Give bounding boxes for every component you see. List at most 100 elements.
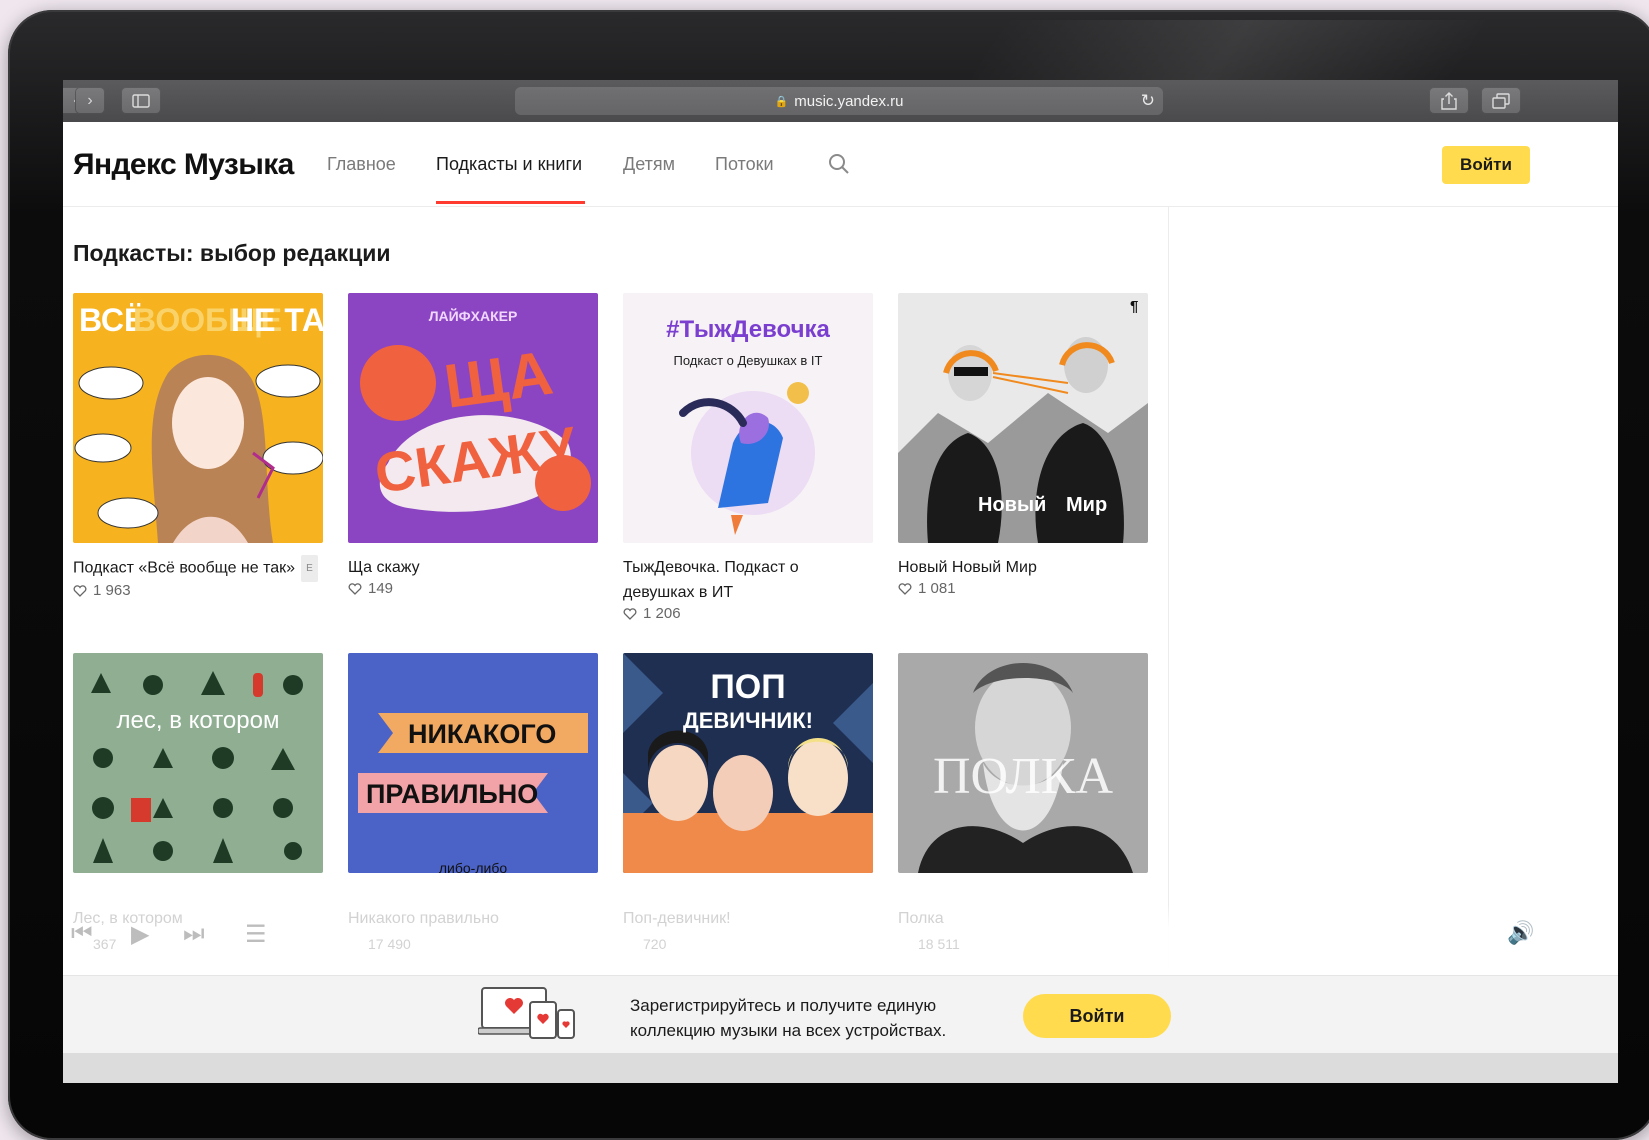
faded-likes: 720: [643, 936, 667, 952]
screen: ‹ › 🔒 music.yandex.ru ↻: [63, 80, 1618, 1083]
heart-icon[interactable]: [623, 607, 637, 620]
podcast-title[interactable]: Новый Новый Мир: [898, 555, 1148, 580]
likes-count: 1 206: [623, 605, 873, 622]
queue-list-icon[interactable]: ☰: [245, 920, 267, 949]
nav-main[interactable]: Главное: [327, 154, 396, 175]
tabs-button[interactable]: [1481, 87, 1521, 114]
podcast-cover[interactable]: ВСЁ ВООБЩЕ НЕ ТАК: [73, 293, 323, 543]
bezel-reflection: [970, 20, 1486, 80]
next-track-icon[interactable]: ⏭: [183, 920, 205, 948]
site-header: Яндекс Музыка Главное Подкасты и книги Д…: [63, 122, 1618, 207]
svg-text:либо-либо: либо-либо: [439, 860, 507, 873]
content-divider: [1168, 207, 1169, 967]
likes-value: 1 081: [918, 580, 956, 597]
faded-likes: 18 511: [918, 936, 960, 952]
podcast-card[interactable]: ВСЁ ВООБЩЕ НЕ ТАК Подкаст «Всё вообще не…: [73, 293, 323, 599]
cover-art-vse-voobshche: ВСЁ ВООБЩЕ НЕ ТАК: [73, 293, 323, 543]
promo-text: Зарегистрируйтесь и получите единую колл…: [630, 996, 947, 1040]
svg-text:лес, в котором: лес, в котором: [117, 707, 280, 734]
faded-likes: 367: [93, 936, 117, 952]
cover-art-polka: ПОЛКА: [898, 653, 1148, 873]
svg-text:НИКАКОГО: НИКАКОГО: [408, 719, 556, 749]
svg-text:НЕ ТАК: НЕ ТАК: [231, 302, 323, 338]
svg-text:ПОЛКА: ПОЛКА: [933, 748, 1113, 805]
podcast-card[interactable]: ЛАЙФХАКЕР ЩА СКАЖУ Ща скажу 149: [348, 293, 598, 597]
podcast-cover[interactable]: ¶ Новый Мир: [898, 293, 1148, 543]
svg-text:ДЕВИЧНИК!: ДЕВИЧНИК!: [683, 708, 813, 733]
faded-title: Полка: [898, 910, 944, 927]
podcast-title[interactable]: Ща скажу: [348, 555, 598, 580]
active-tab-indicator: [436, 201, 585, 204]
section-title: Подкасты: выбор редакции: [73, 240, 391, 266]
forward-button[interactable]: ›: [75, 87, 105, 114]
share-button[interactable]: [1429, 87, 1469, 114]
laptop-frame: ‹ › 🔒 music.yandex.ru ↻: [8, 10, 1649, 1140]
search-icon[interactable]: [827, 152, 851, 176]
heart-icon[interactable]: [73, 584, 87, 597]
volume-icon[interactable]: 🔊: [1507, 920, 1534, 946]
podcast-cover[interactable]: ЛАЙФХАКЕР ЩА СКАЖУ: [348, 293, 598, 543]
svg-text:Подкаст о Девушках в IT: Подкаст о Девушках в IT: [674, 353, 823, 368]
heart-icon[interactable]: [348, 582, 362, 595]
svg-text:Новый: Новый: [978, 494, 1046, 516]
podcast-cover[interactable]: #ТыжДевочка Подкаст о Девушках в IT: [623, 293, 873, 543]
login-button[interactable]: Войти: [1442, 146, 1530, 184]
url-text: music.yandex.ru: [794, 92, 904, 110]
address-bar[interactable]: 🔒 music.yandex.ru ↻: [515, 87, 1163, 115]
podcast-cover[interactable]: ПОЛКА: [898, 653, 1148, 873]
podcast-cover[interactable]: ПОП ДЕВИЧНИК!: [623, 653, 873, 873]
likes-value: 1 206: [643, 605, 681, 622]
svg-text:ПРАВИЛЬНО: ПРАВИЛЬНО: [366, 779, 538, 809]
play-icon[interactable]: ▶: [131, 920, 149, 949]
svg-text:¶: ¶: [1130, 298, 1138, 315]
podcast-card[interactable]: ¶ Новый Мир Новый Новый Мир 1 081: [898, 293, 1148, 597]
cover-art-nikakogo-pravilno: НИКАКОГО ПРАВИЛЬНО либо-либо: [348, 653, 598, 873]
cover-art-shcha-skazhu: ЛАЙФХАКЕР ЩА СКАЖУ: [348, 293, 598, 543]
podcast-card[interactable]: ПОЛКА: [898, 653, 1148, 873]
svg-text:ПОП: ПОП: [710, 668, 785, 706]
sidebar-icon: [132, 93, 150, 108]
podcast-card[interactable]: #ТыжДевочка Подкаст о Девушках в IT ТыжД…: [623, 293, 873, 622]
likes-value: 1 963: [93, 582, 131, 599]
nav-kids[interactable]: Детям: [623, 154, 675, 175]
browser-toolbar: ‹ › 🔒 music.yandex.ru ↻: [63, 80, 1618, 123]
signup-promo-bar: Зарегистрируйтесь и получите единую колл…: [63, 975, 1618, 1054]
faded-title: Никакого правильно: [348, 910, 499, 927]
player-bar: [63, 905, 1618, 980]
sidebar-toggle-button[interactable]: [121, 87, 161, 114]
chevron-right-icon: ›: [87, 91, 93, 109]
reload-icon[interactable]: ↻: [1141, 91, 1155, 111]
likes-count: 149: [348, 580, 598, 597]
svg-text:Мир: Мир: [1066, 494, 1107, 516]
faded-likes: 17 490: [368, 936, 411, 952]
podcast-cover[interactable]: лес, в котором: [73, 653, 323, 873]
site-logo[interactable]: Яндекс Музыка: [73, 148, 294, 182]
svg-text:ЛАЙФХАКЕР: ЛАЙФХАКЕР: [429, 307, 518, 324]
podcast-card[interactable]: НИКАКОГО ПРАВИЛЬНО либо-либо: [348, 653, 598, 873]
faded-title: Поп-девичник!: [623, 910, 731, 927]
podcast-card[interactable]: ПОП ДЕВИЧНИК!: [623, 653, 873, 873]
share-icon: [1441, 91, 1457, 110]
tabs-icon: [1492, 92, 1510, 109]
likes-value: 149: [368, 580, 394, 597]
podcast-title[interactable]: ТыжДевочка. Подкаст о девушках в ИТ: [623, 555, 873, 605]
likes-count: 1 963: [73, 582, 323, 599]
cover-art-pop-devichnik: ПОП ДЕВИЧНИК!: [623, 653, 873, 873]
heart-icon[interactable]: [898, 582, 912, 595]
podcast-card[interactable]: лес, в котором: [73, 653, 323, 873]
lock-icon: 🔒: [774, 95, 789, 108]
previous-track-icon[interactable]: ⏮: [71, 920, 93, 948]
cover-art-tyzh-devochka: #ТыжДевочка Подкаст о Девушках в IT: [623, 293, 873, 543]
podcast-cover[interactable]: НИКАКОГО ПРАВИЛЬНО либо-либо: [348, 653, 598, 873]
nav-streams[interactable]: Потоки: [715, 154, 774, 175]
devices-icon: [478, 987, 575, 1039]
cover-art-novyi-mir: ¶ Новый Мир: [898, 293, 1148, 543]
nav-podcasts-books[interactable]: Подкасты и книги: [436, 154, 582, 175]
promo-login-button[interactable]: Войти: [1023, 994, 1171, 1038]
bottom-strip: [63, 1053, 1618, 1083]
cover-art-les: лес, в котором: [73, 653, 323, 873]
explicit-badge: E: [301, 555, 318, 582]
podcast-title[interactable]: Подкаст «Всё вообще не так»: [73, 560, 295, 577]
svg-text:#ТыжДевочка: #ТыжДевочка: [666, 316, 830, 343]
likes-count: 1 081: [898, 580, 1148, 597]
